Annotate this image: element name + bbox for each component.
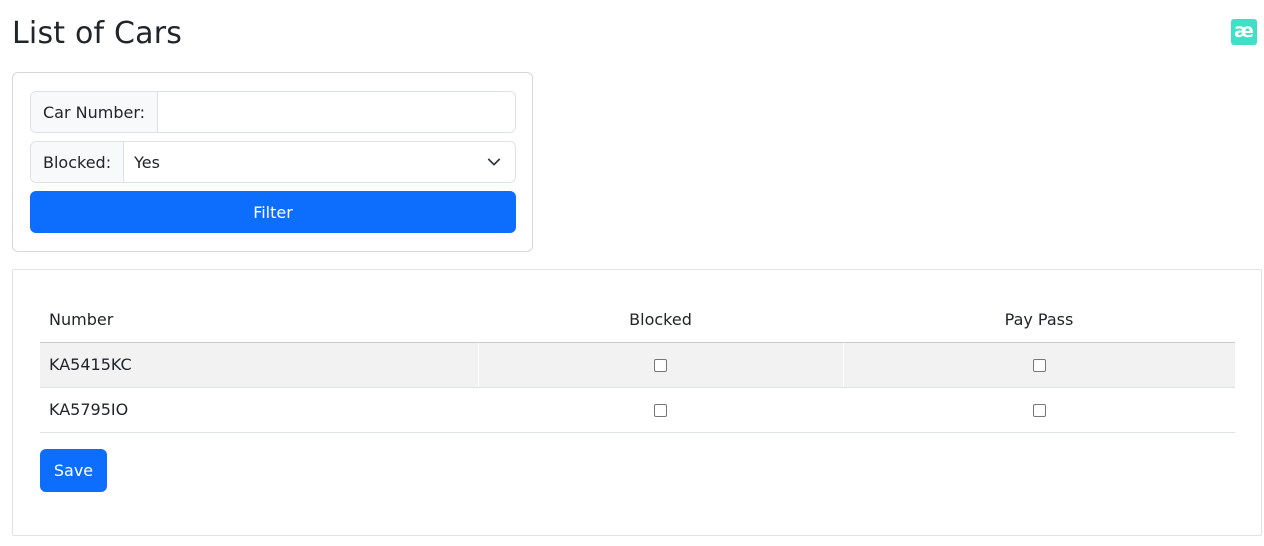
filter-card: Car Number: Blocked: Yes Filter [12,72,533,252]
blocked-cell [477,342,843,388]
pay-pass-cell [842,342,1235,388]
pay-pass-checkbox[interactable] [1032,404,1046,417]
header-blocked: Blocked [478,298,843,343]
pay-pass-cell [843,387,1235,433]
pay-pass-checkbox[interactable] [1032,359,1046,372]
car-number-cell: KA5795IO [40,387,478,433]
cars-table: Number Blocked Pay Pass KA5415KC KA5795I… [40,298,1235,433]
save-button[interactable]: Save [40,449,107,492]
blocked-checkbox[interactable] [654,404,667,417]
brand-logo: æ [1231,19,1257,45]
table-row: KA5795IO [40,387,1235,433]
cars-table-card: Number Blocked Pay Pass KA5415KC KA5795I… [12,269,1262,536]
table-header-row: Number Blocked Pay Pass [40,298,1235,343]
blocked-select-value: Yes [134,152,160,172]
blocked-cell [478,387,843,433]
car-number-label: Car Number: [31,92,159,132]
blocked-label: Blocked: [31,142,125,182]
car-number-input[interactable] [158,92,515,132]
chevron-down-icon [487,158,501,166]
blocked-select[interactable]: Yes [124,142,515,182]
table-row: KA5415KC [40,342,1235,388]
filter-button[interactable]: Filter [30,191,516,233]
car-number-group: Car Number: [30,91,516,133]
car-number-cell: KA5415KC [40,342,478,388]
header-number: Number [40,298,478,343]
blocked-checkbox[interactable] [654,359,667,372]
page-title: List of Cars [12,16,183,51]
blocked-group: Blocked: Yes [30,141,516,183]
header-pay-pass: Pay Pass [843,298,1235,343]
